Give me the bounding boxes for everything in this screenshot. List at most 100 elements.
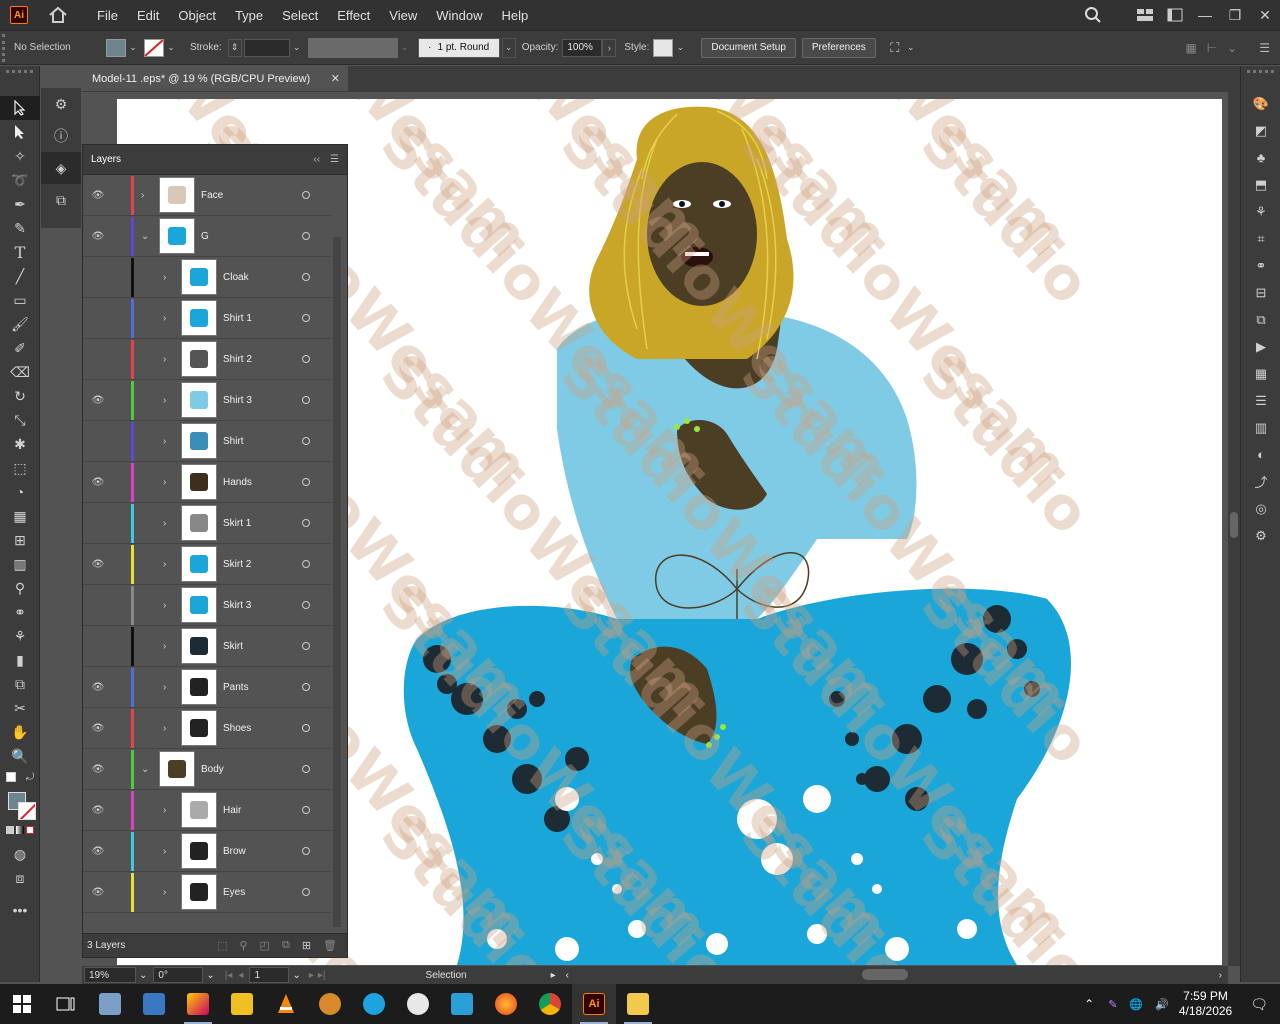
blend-tool-icon[interactable]: ⚭	[0, 600, 40, 624]
visibility-toggle[interactable]	[91, 354, 105, 364]
stroke-color-icon[interactable]	[18, 802, 36, 820]
new-layer-icon[interactable]: ⊞	[302, 939, 311, 952]
swatches-icon[interactable]: ♣	[1241, 144, 1280, 171]
target-circle-icon[interactable]	[302, 806, 310, 814]
file-explorer-icon[interactable]	[616, 984, 660, 1024]
magic-wand-tool-icon[interactable]: ✧	[0, 144, 40, 168]
layer-row[interactable]: 👁 › Eyes	[83, 872, 331, 913]
menu-window[interactable]: Window	[427, 8, 492, 23]
network-icon[interactable]: 🌐	[1129, 998, 1143, 1011]
eyedropper-tool-icon[interactable]: ⚲	[0, 576, 40, 600]
menu-file[interactable]: File	[88, 8, 128, 23]
free-transform-tool-icon[interactable]: ⬚	[0, 456, 40, 480]
rotate-view-field[interactable]: 0°	[153, 967, 204, 983]
chevron-down-icon[interactable]: ⌄	[501, 37, 516, 58]
chevron-down-icon[interactable]: ⌄	[290, 39, 304, 57]
gradient-mode-icon[interactable]	[16, 826, 24, 834]
rectangle-tool-icon[interactable]: ▭	[0, 288, 40, 312]
color-guide-icon[interactable]: ◩	[1241, 117, 1280, 144]
target-circle-icon[interactable]	[302, 273, 310, 281]
info-icon[interactable]: ⓘ	[41, 120, 81, 152]
taskbar-clock[interactable]: 7:59 PM 4/18/2026	[1179, 989, 1232, 1019]
screen-mode-icon[interactable]: ⧈	[0, 866, 40, 890]
chevron-right-icon[interactable]: ›	[163, 477, 173, 488]
toolbar-grip[interactable]	[6, 70, 33, 76]
visibility-eye-icon[interactable]: 👁	[91, 682, 105, 693]
chevron-right-icon[interactable]: ›	[163, 436, 173, 447]
visibility-eye-icon[interactable]: 👁	[91, 477, 105, 488]
target-circle-icon[interactable]	[302, 314, 310, 322]
volume-icon[interactable]: 🔊	[1155, 998, 1169, 1011]
stroke-weight-input[interactable]	[243, 38, 290, 57]
previous-artboard-icon[interactable]: ◂	[238, 970, 243, 981]
menu-effect[interactable]: Effect	[328, 8, 380, 23]
chevron-down-icon[interactable]: ⌄	[673, 39, 687, 57]
stroke-swatch[interactable]	[144, 38, 164, 57]
type-tool-icon[interactable]: T	[0, 240, 40, 264]
document-setup-button[interactable]: Document Setup	[701, 37, 796, 58]
more-tools-icon[interactable]: •••	[0, 898, 40, 922]
variable-width-profile[interactable]	[307, 37, 398, 58]
chevron-down-icon[interactable]: ⌄	[126, 39, 140, 57]
visibility-eye-icon[interactable]: 👁	[91, 190, 105, 201]
layer-row[interactable]: › Skirt	[83, 626, 331, 667]
menu-select[interactable]: Select	[273, 8, 328, 23]
chevron-right-icon[interactable]: ›	[141, 190, 151, 201]
properties-icon[interactable]: ⚙	[41, 88, 81, 120]
layer-row[interactable]: 👁 › Face	[83, 175, 331, 216]
panel-menu-icon[interactable]: ☰	[1259, 41, 1270, 55]
target-circle-icon[interactable]	[302, 478, 310, 486]
layer-row[interactable]: 👁 › Skirt 2	[83, 544, 331, 585]
symbol-sprayer-tool-icon[interactable]: ⚘	[0, 624, 40, 648]
transparency-icon[interactable]: ◐	[1241, 441, 1280, 468]
chevron-right-icon[interactable]: ›	[163, 559, 173, 570]
target-circle-icon[interactable]	[302, 396, 310, 404]
chevron-down-icon[interactable]: ⌄	[292, 970, 300, 981]
slice-tool-icon[interactable]: ✂	[0, 696, 40, 720]
document-tab[interactable]: Model-11 .eps* @ 19 % (RGB/CPU Preview) …	[82, 66, 348, 92]
search-icon[interactable]	[1078, 0, 1108, 30]
studio-app-icon[interactable]	[176, 984, 220, 1024]
chevron-right-icon[interactable]: ›	[163, 887, 173, 898]
chevron-right-icon[interactable]: ›	[163, 641, 173, 652]
firefox-icon[interactable]	[484, 984, 528, 1024]
visibility-eye-icon[interactable]: 👁	[91, 805, 105, 816]
graphic-styles-icon[interactable]: ⚙	[1241, 522, 1280, 549]
dock-grip[interactable]	[1247, 70, 1274, 76]
target-circle-icon[interactable]	[302, 642, 310, 650]
eraser-tool-icon[interactable]: ⌫	[0, 360, 40, 384]
align-grid-icon[interactable]: ▦	[1185, 41, 1196, 55]
horizontal-scroll-thumb[interactable]	[862, 969, 908, 980]
puppet-warp-tool-icon[interactable]: ✱	[0, 432, 40, 456]
layer-row[interactable]: 👁 ⌄ G	[83, 216, 331, 257]
panel-menu-icon[interactable]: ☰	[330, 154, 339, 165]
first-artboard-icon[interactable]: |◂	[225, 970, 233, 981]
store-app-icon[interactable]	[440, 984, 484, 1024]
chevron-right-icon[interactable]: ›	[163, 600, 173, 611]
brushes-icon[interactable]: ⬒	[1241, 171, 1280, 198]
layer-row[interactable]: 👁 › Brow	[83, 831, 331, 872]
movie-maker-icon[interactable]	[352, 984, 396, 1024]
task-view-icon[interactable]	[44, 984, 88, 1024]
pen-tray-icon[interactable]: ✎	[1108, 998, 1117, 1011]
none-mode-icon[interactable]	[26, 826, 34, 834]
new-sublayer-icon[interactable]: ⧉	[282, 939, 290, 952]
target-circle-icon[interactable]	[302, 519, 310, 527]
close-icon[interactable]: ✕	[1250, 0, 1280, 30]
transform-icon[interactable]: ⌗	[1241, 225, 1280, 252]
visibility-toggle[interactable]	[91, 518, 105, 528]
transform-icon[interactable]: ⊢	[1207, 41, 1217, 55]
column-graph-tool-icon[interactable]: ▮	[0, 648, 40, 672]
illustrator-taskbar-icon[interactable]: Ai	[572, 984, 616, 1024]
chevron-down-icon[interactable]: ⌄	[164, 39, 178, 57]
blob-brush-tool-icon[interactable]: ✐	[0, 336, 40, 360]
game-app-icon[interactable]	[308, 984, 352, 1024]
appearance-icon[interactable]: ◎	[1241, 495, 1280, 522]
shape-builder-tool-icon[interactable]: ◔	[0, 480, 40, 504]
visibility-toggle[interactable]	[91, 641, 105, 651]
target-circle-icon[interactable]	[302, 191, 310, 199]
stroke-stepper[interactable]: ⇕	[227, 38, 242, 57]
align-icon[interactable]: ⊟	[1241, 279, 1280, 306]
rotate-tool-icon[interactable]: ↻	[0, 384, 40, 408]
symbols-icon[interactable]: ⚘	[1241, 198, 1280, 225]
